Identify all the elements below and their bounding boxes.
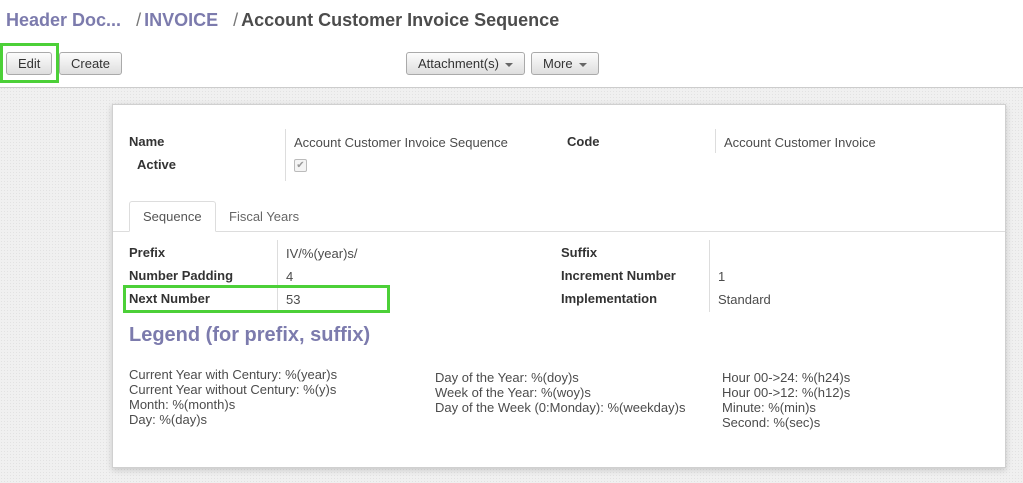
- field-divider: [285, 129, 286, 181]
- name-label: Name: [129, 134, 165, 149]
- field-divider: [709, 240, 710, 312]
- legend-item: Hour 00->12: %(h12)s: [722, 385, 851, 400]
- legend-item: Current Year with Century: %(year)s: [129, 367, 338, 382]
- legend-item: Month: %(month)s: [129, 397, 236, 412]
- increment-number-value: 1: [718, 269, 726, 284]
- control-panel: Header Doc... / INVOICE / Account Customer…: [0, 0, 1023, 88]
- active-label: Active: [137, 157, 177, 172]
- legend-item: Second: %(sec)s: [722, 415, 821, 430]
- breadcrumb: Header Doc... / INVOICE / Account Customer…: [6, 10, 559, 31]
- legend-item: Day: %(day)s: [129, 412, 208, 427]
- legend-column-dates: Current Year with Century: %(year)s Curr…: [129, 367, 337, 427]
- active-checkbox[interactable]: ✔: [294, 159, 307, 172]
- more-label: More: [543, 56, 573, 71]
- form-sheet: Name Account Customer Invoice Sequence C…: [112, 104, 1006, 468]
- caret-down-icon: [578, 63, 587, 67]
- prefix-value: IV/%(year)s/: [286, 246, 358, 261]
- code-value: Account Customer Invoice: [724, 135, 876, 150]
- number-padding-label: Number Padding: [129, 268, 234, 283]
- breadcrumb-separator: /: [233, 10, 239, 30]
- legend-item: Day of the Week (0:Monday): %(weekday)s: [435, 400, 686, 415]
- number-padding-value: 4: [286, 269, 294, 284]
- next-number-label: Next Number: [129, 291, 210, 306]
- attachments-label: Attachment(s): [418, 56, 499, 71]
- field-divider: [277, 240, 278, 312]
- legend-item: Day of the Year: %(doy)s: [435, 370, 579, 385]
- more-dropdown-button[interactable]: More: [531, 52, 599, 75]
- suffix-label: Suffix: [561, 245, 598, 260]
- legend-item: Minute: %(min)s: [722, 400, 816, 415]
- legend-column-times: Hour 00->24: %(h24)s Hour 00->12: %(h12)…: [722, 370, 850, 430]
- breadcrumb-model-link[interactable]: INVOICE: [144, 10, 218, 30]
- implementation-label: Implementation: [561, 291, 658, 306]
- attachments-dropdown-button[interactable]: Attachment(s): [406, 52, 525, 75]
- legend-title: Legend (for prefix, suffix): [129, 324, 371, 346]
- increment-number-label: Increment Number: [561, 268, 676, 283]
- tab-sequence[interactable]: Sequence: [129, 201, 216, 232]
- legend-column-days: Day of the Year: %(doy)s Week of the Yea…: [435, 370, 685, 415]
- prefix-label: Prefix: [129, 245, 166, 260]
- caret-down-icon: [504, 63, 513, 67]
- name-value: Account Customer Invoice Sequence: [294, 135, 508, 150]
- edit-button[interactable]: Edit: [6, 52, 53, 75]
- next-number-value: 53: [286, 292, 301, 307]
- page-title: Account Customer Invoice Sequence: [241, 10, 560, 30]
- legend-item: Week of the Year: %(woy)s: [435, 385, 591, 400]
- breadcrumb-separator: /: [136, 10, 142, 30]
- legend-item: Hour 00->24: %(h24)s: [722, 370, 851, 385]
- legend-item: Current Year without Century: %(y)s: [129, 382, 337, 397]
- field-divider: [715, 129, 716, 153]
- implementation-value: Standard: [718, 292, 771, 307]
- tab-fiscal-years[interactable]: Fiscal Years: [216, 201, 312, 232]
- create-button[interactable]: Create: [59, 52, 123, 75]
- code-label: Code: [567, 134, 600, 149]
- breadcrumb-parent-link[interactable]: Header Doc...: [6, 10, 121, 30]
